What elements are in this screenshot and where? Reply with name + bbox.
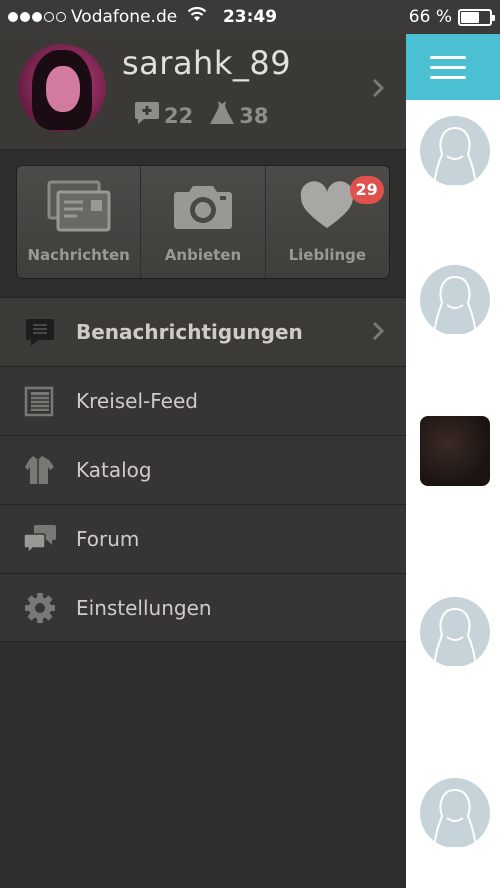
menu-item-settings[interactable]: Einstellungen [0, 573, 406, 642]
envelope-icon [47, 180, 111, 236]
items-count: 38 [239, 103, 269, 128]
status-bar: Vodafone.de 23:49 66 % [0, 0, 500, 34]
chevron-right-icon[interactable] [372, 78, 385, 102]
speech-bubbles-icon [22, 523, 58, 555]
notification-icon [22, 316, 58, 348]
menu-label-kreisel-feed: Kreisel-Feed [76, 389, 198, 413]
heart-icon [295, 181, 359, 236]
menu-item-notifications[interactable]: Benachrichtigungen [0, 297, 406, 366]
favorites-label: Lieblinge [288, 246, 367, 264]
quick-actions: Nachrichten Anbieten 29 Lieblinge [16, 165, 390, 279]
items-stat: 38 [209, 100, 268, 131]
side-drawer: sarahk_89 22 38 Nachrichten Anbieten 29 … [0, 34, 406, 888]
feed-avatar-placeholder[interactable] [420, 597, 490, 667]
menu-item-forum[interactable]: Forum [0, 504, 406, 573]
username: sarahk_89 [122, 44, 292, 82]
feed-photo-thumbnail[interactable] [420, 416, 490, 486]
camera-icon [171, 186, 235, 236]
feed-avatar-placeholder[interactable] [420, 778, 490, 848]
battery-icon [458, 8, 495, 26]
chevron-right-icon [372, 321, 385, 345]
avatar[interactable] [18, 44, 106, 132]
status-right: 66 % [408, 0, 495, 34]
menu-label-settings: Einstellungen [76, 595, 212, 620]
comments-count: 22 [164, 103, 194, 128]
profile-header[interactable]: sarahk_89 22 38 [0, 34, 406, 150]
battery-percentage: 66 % [408, 7, 452, 27]
sell-button[interactable]: Anbieten [140, 166, 264, 278]
comment-plus-icon [134, 101, 160, 130]
newspaper-icon [22, 385, 58, 417]
menu-label-catalog: Katalog [76, 458, 152, 482]
favorites-badge: 29 [349, 176, 384, 204]
messages-button[interactable]: Nachrichten [17, 166, 140, 278]
dress-icon [209, 100, 235, 131]
gear-icon [22, 592, 58, 624]
favorites-button[interactable]: 29 Lieblinge [264, 166, 389, 278]
hamburger-menu-icon[interactable] [430, 56, 466, 86]
messages-label: Nachrichten [27, 246, 130, 264]
sell-label: Anbieten [164, 246, 242, 264]
menu-label-forum: Forum [76, 527, 140, 551]
feed-avatar-placeholder[interactable] [420, 265, 490, 335]
drawer-menu: Benachrichtigungen Kreisel-Feed Katalog … [0, 297, 406, 642]
main-content-peek[interactable] [406, 0, 500, 888]
feed-avatar-placeholder[interactable] [420, 116, 490, 186]
profile-stats: 22 38 [134, 100, 268, 131]
menu-item-kreisel-feed[interactable]: Kreisel-Feed [0, 366, 406, 435]
clothing-icon [22, 454, 58, 486]
menu-item-catalog[interactable]: Katalog [0, 435, 406, 504]
comments-stat: 22 [134, 101, 193, 130]
menu-label-notifications: Benachrichtigungen [76, 320, 303, 344]
